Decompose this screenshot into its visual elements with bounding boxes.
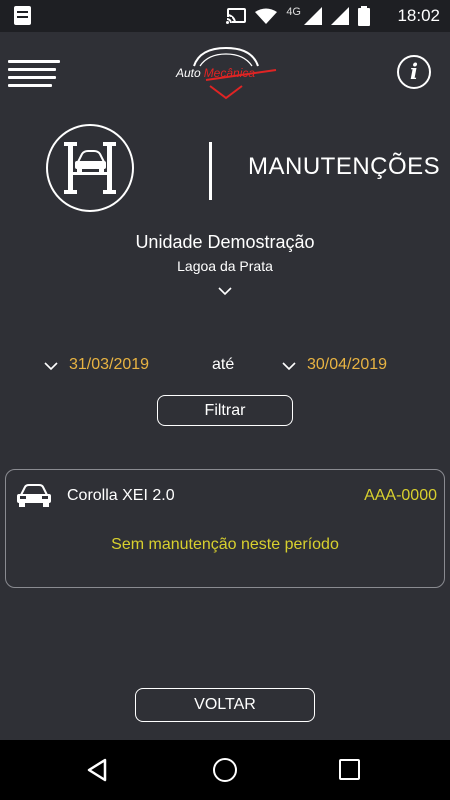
filter-button[interactable]: Filtrar — [157, 395, 293, 426]
system-nav-bar — [0, 740, 450, 800]
date-separator: até — [212, 356, 235, 373]
end-date-chevron-down-icon[interactable] — [282, 361, 296, 371]
battery-icon — [358, 6, 370, 26]
logo-text: Auto Mecânica — [176, 66, 255, 80]
nav-home-icon[interactable] — [213, 758, 237, 782]
back-button[interactable]: VOLTAR — [135, 688, 315, 722]
start-date-chevron-down-icon[interactable] — [44, 361, 58, 371]
notification-icon — [14, 6, 31, 25]
car-icon — [17, 484, 51, 507]
clock: 18:02 — [397, 6, 440, 25]
cast-icon — [226, 8, 247, 24]
network-type: 4G — [286, 6, 301, 18]
unit-name: Unidade Demostração — [135, 232, 315, 252]
signal-icon-2 — [331, 7, 349, 25]
app-header: Auto Mecânica i — [0, 32, 450, 112]
signal-icon — [304, 7, 322, 25]
logo-text-mecanica: Mecânica — [203, 66, 256, 80]
status-bar: 4G 18:02 — [0, 0, 450, 32]
nav-recent-apps-icon[interactable] — [339, 759, 360, 780]
car-lift-icon — [46, 124, 134, 212]
empty-maintenance-message: Sem manutenção neste período — [111, 536, 339, 553]
end-date-picker[interactable]: 30/04/2019 — [307, 356, 387, 374]
date-range: 31/03/2019 até 30/04/2019 — [0, 354, 450, 378]
app-logo: Auto Mecânica — [170, 42, 280, 102]
logo-text-auto: Auto — [176, 66, 201, 80]
status-icons: 4G — [226, 6, 370, 26]
vehicle-card[interactable]: Corolla XEI 2.0 AAA-0000 Sem manutenção … — [5, 469, 445, 588]
unit-city: Lagoa da Prata — [177, 258, 273, 274]
page-title: MANUTENÇÕES — [248, 153, 441, 180]
start-date-picker[interactable]: 31/03/2019 — [69, 356, 149, 374]
wifi-icon — [255, 8, 278, 24]
nav-back-icon[interactable] — [86, 758, 108, 782]
vehicle-model: Corolla XEI 2.0 — [67, 487, 175, 504]
menu-icon[interactable] — [8, 60, 60, 88]
info-icon[interactable]: i — [397, 55, 431, 89]
vehicle-plate: AAA-0000 — [364, 487, 437, 504]
unit-chevron-down-icon[interactable] — [218, 286, 232, 296]
title-divider — [209, 142, 212, 200]
